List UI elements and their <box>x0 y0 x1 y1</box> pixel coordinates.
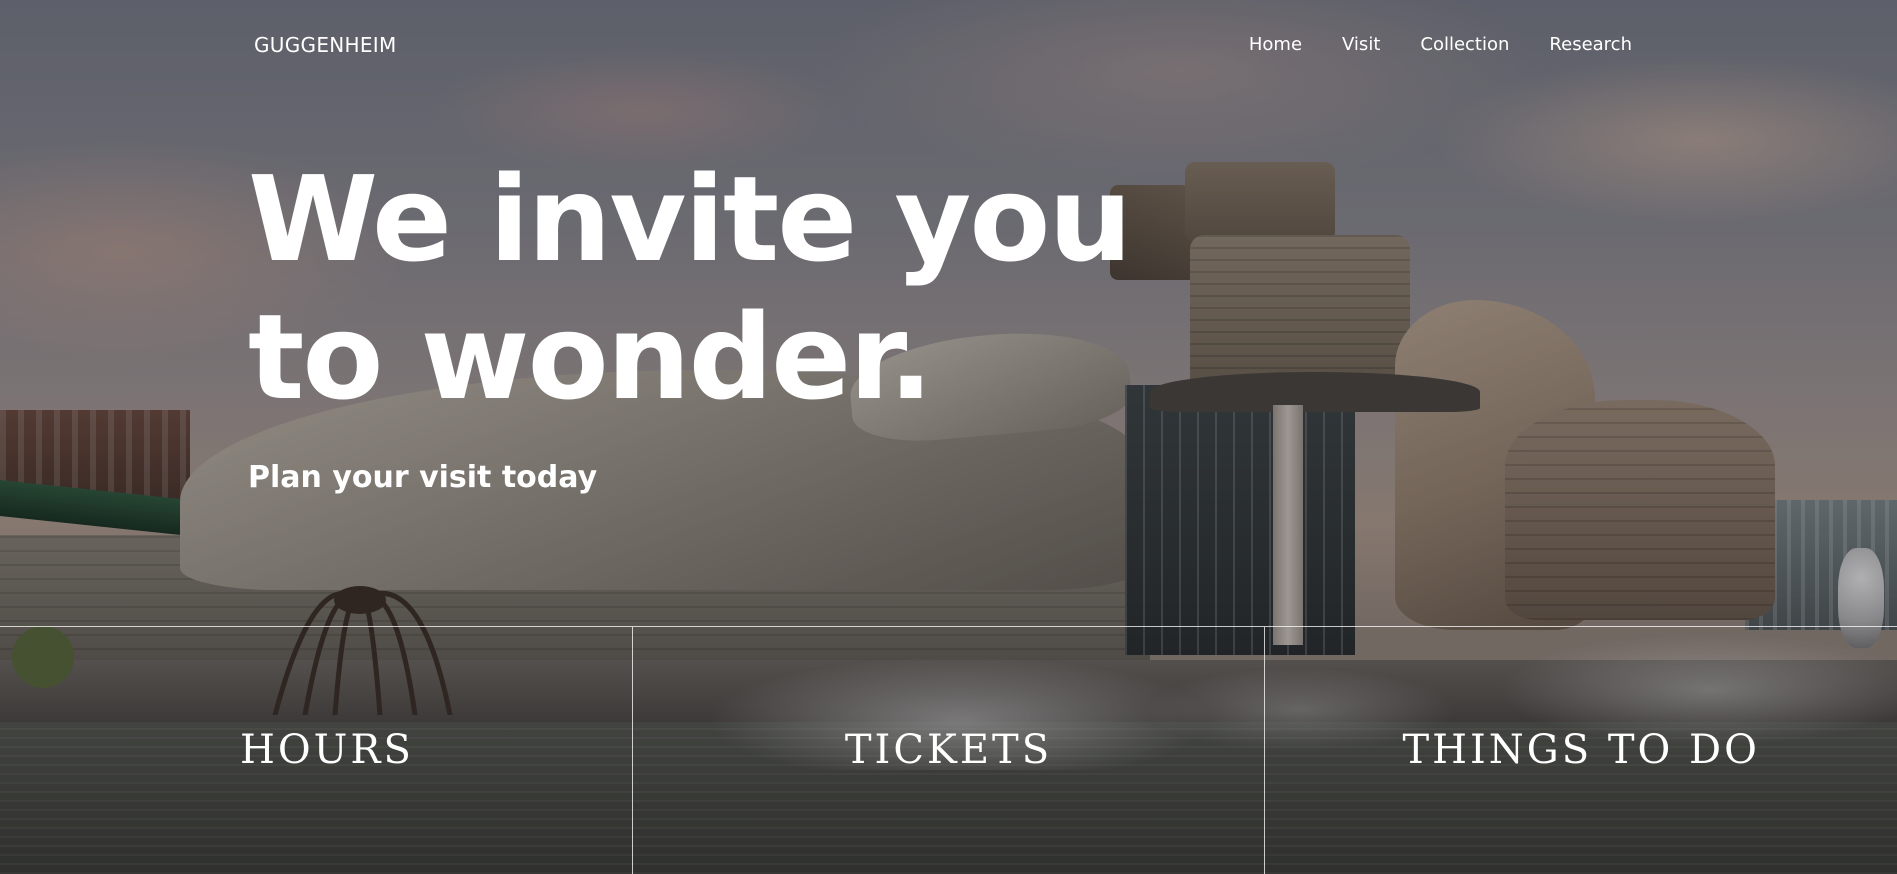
things-to-do-link[interactable]: THINGS TO DO <box>1264 626 1897 874</box>
things-to-do-label: THINGS TO DO <box>1402 727 1760 773</box>
tickets-link[interactable]: TICKETS <box>631 626 1265 874</box>
hours-label: HOURS <box>240 727 414 773</box>
site-logo[interactable]: GUGGENHEIM <box>254 33 397 57</box>
nav-home[interactable]: Home <box>1249 34 1302 55</box>
hero-section: We invite you to wonder. Plan your visit… <box>248 150 1148 495</box>
hero-title-line-2: to wonder. <box>248 288 933 426</box>
quick-links: HOURS TICKETS THINGS TO DO <box>0 626 1897 874</box>
tickets-label: TICKETS <box>844 727 1053 773</box>
hours-link[interactable]: HOURS <box>0 626 632 874</box>
nav-visit[interactable]: Visit <box>1342 34 1380 55</box>
hero-title: We invite you to wonder. <box>248 150 1148 426</box>
hero-title-line-1: We invite you <box>248 150 1132 288</box>
nav-research[interactable]: Research <box>1549 34 1632 55</box>
main-nav: Home Visit Collection Research <box>1249 34 1632 55</box>
top-navigation-bar: GUGGENHEIM Home Visit Collection Researc… <box>0 0 1897 96</box>
plan-visit-link[interactable]: Plan your visit today <box>248 460 597 495</box>
nav-collection[interactable]: Collection <box>1420 34 1509 55</box>
